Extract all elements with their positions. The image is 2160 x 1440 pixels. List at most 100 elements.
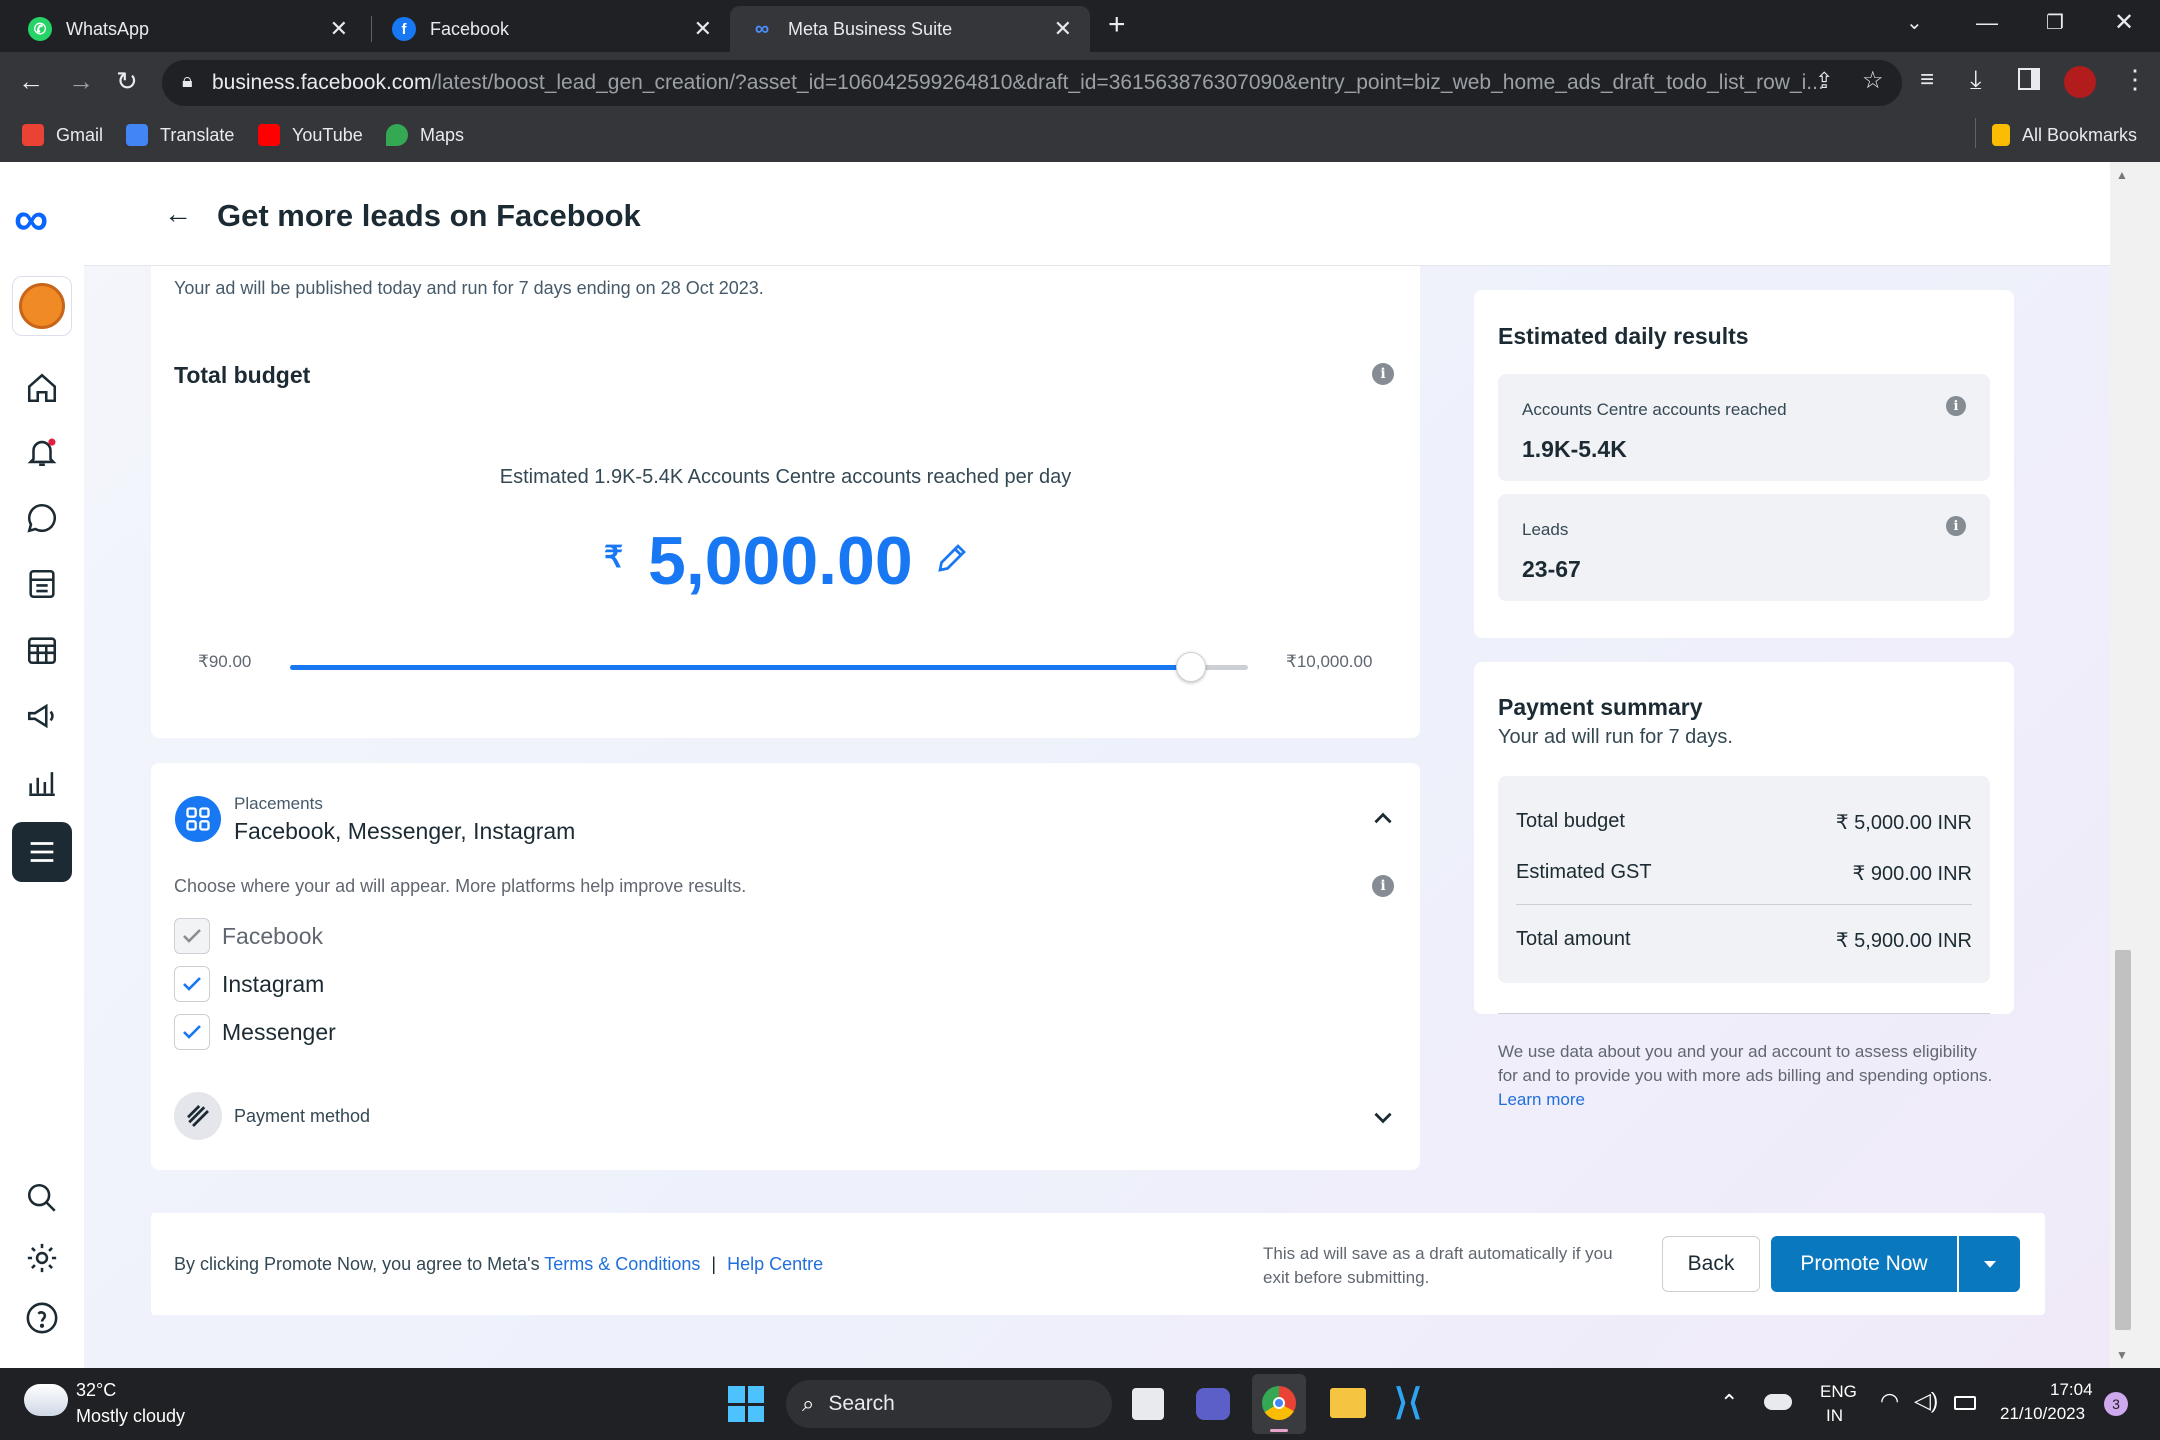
onedrive-cloud-icon[interactable] [1764,1394,1792,1410]
battery-icon[interactable] [1954,1396,1976,1410]
volume-icon[interactable]: ◁) [1914,1388,1938,1414]
whatsapp-icon: ✆ [28,17,52,41]
budget-slider[interactable] [290,652,1248,682]
chrome-taskbar-button[interactable] [1252,1374,1306,1434]
reading-list-icon[interactable]: ≡ [1920,66,1934,94]
share-icon[interactable]: ⇪ [1815,68,1833,94]
content-icon[interactable] [22,564,62,604]
chrome-icon-center [1273,1397,1285,1409]
close-tab-icon[interactable]: ✕ [330,16,348,42]
terms-link[interactable]: Terms & Conditions [544,1254,700,1274]
close-tab-icon[interactable]: ✕ [694,16,712,42]
tab-facebook[interactable]: f Facebook ✕ [372,6,730,52]
facebook-icon: f [392,17,416,41]
all-tools-menu-icon[interactable] [12,822,72,882]
reload-icon[interactable]: ↻ [116,66,138,97]
info-icon[interactable]: i [1946,396,1966,416]
settings-gear-icon[interactable] [22,1238,62,1278]
scrollbar-thumb[interactable] [2115,950,2131,1330]
close-tab-icon[interactable]: ✕ [1054,16,1072,42]
currency-symbol: ₹ [604,541,624,574]
vscode-icon[interactable]: ⟩⟨ [1394,1384,1422,1420]
bookmark-gmail[interactable]: Gmail [22,120,103,150]
info-icon[interactable]: i [1946,516,1966,536]
slider-fill [290,665,1191,670]
download-icon[interactable]: ⤓ [1970,64,1982,96]
messenger-checkbox[interactable] [174,1014,210,1050]
inbox-icon[interactable] [22,498,62,538]
tab-whatsapp[interactable]: ✆ WhatsApp ✕ [8,6,366,52]
terms-agreement: By clicking Promote Now, you agree to Me… [174,1254,823,1275]
reach-metric-value: 1.9K-5.4K [1522,436,1627,462]
url-path: /latest/boost_lead_gen_creation/?asset_i… [431,71,1824,94]
tab-meta-business-suite[interactable]: ∞ Meta Business Suite ✕ [730,6,1090,52]
insights-chart-icon[interactable] [22,762,62,802]
instagram-checkbox[interactable] [174,966,210,1002]
translate-icon [126,124,148,146]
back-arrow-icon[interactable]: ← [164,198,192,230]
menu-dots-icon[interactable]: ⋮ [2122,64,2148,95]
all-bookmarks[interactable]: All Bookmarks [1992,120,2137,150]
clock-time[interactable]: 17:04 [2050,1380,2093,1400]
notification-badge[interactable]: 3 [2104,1392,2128,1416]
restore-icon[interactable]: ❐ [2046,10,2064,35]
collapse-chevron-up-icon[interactable] [1370,806,1396,837]
promote-options-dropdown[interactable] [1959,1236,2020,1292]
windows-start-icon[interactable] [728,1386,764,1422]
clock-date[interactable]: 21/10/2023 [2000,1404,2085,1424]
planner-icon[interactable] [22,630,62,670]
wifi-icon[interactable]: ◠ [1880,1388,1899,1414]
facebook-checkbox[interactable] [174,918,210,954]
ads-megaphone-icon[interactable] [22,696,62,736]
bookmark-label: YouTube [292,124,363,145]
task-view-icon[interactable] [1132,1388,1164,1420]
bookmark-label: Maps [420,124,465,145]
back-button[interactable]: Back [1662,1236,1760,1292]
file-explorer-icon[interactable] [1330,1388,1366,1418]
search-icon[interactable] [22,1178,62,1218]
promote-now-button[interactable]: Promote Now [1771,1236,1957,1292]
info-icon[interactable]: i [1372,363,1394,385]
summary-bottom-divider [1498,1013,1990,1014]
star-icon[interactable]: ☆ [1862,66,1884,95]
bookmark-maps[interactable]: Maps [386,120,464,150]
notifications-icon[interactable] [22,432,62,472]
page-avatar[interactable] [12,276,72,336]
scroll-down-icon[interactable]: ▼ [2116,1348,2128,1362]
language-in[interactable]: IN [1826,1406,1843,1426]
info-icon[interactable]: i [1372,875,1394,897]
bookmark-label: Translate [160,124,235,145]
show-hidden-icons-icon[interactable]: ⌃ [1720,1390,1738,1416]
taskbar-search[interactable]: ⌕ Search [786,1380,1112,1428]
slider-handle[interactable] [1175,652,1206,682]
help-centre-link[interactable]: Help Centre [727,1254,823,1274]
maps-icon [386,124,408,146]
teams-icon[interactable] [1196,1388,1230,1420]
minimize-icon[interactable]: — [1976,10,1998,36]
back-nav-icon[interactable]: ← [18,66,44,97]
learn-more-link[interactable]: Learn more [1498,1090,1585,1109]
meta-logo-icon[interactable]: ∞ [14,196,48,244]
help-icon[interactable] [22,1298,62,1338]
bookmark-translate[interactable]: Translate [126,120,234,150]
page-title: Get more leads on Facebook [217,198,641,233]
tab-search-icon[interactable]: ⌄ [1906,10,1923,35]
profile-avatar[interactable] [2064,66,2096,98]
side-panel-icon[interactable] [2018,68,2040,90]
close-window-icon[interactable]: ✕ [2114,8,2134,37]
new-tab-icon[interactable]: + [1108,8,1126,42]
edit-pencil-icon[interactable] [934,540,970,581]
bookmark-youtube[interactable]: YouTube [258,120,363,150]
page-avatar-image [19,283,65,329]
leads-metric-label: Leads [1522,520,1569,539]
summary-row-value: ₹ 900.00 INR [1852,863,1972,885]
home-icon[interactable] [22,368,62,408]
messenger-option-label: Messenger [222,1019,336,1045]
scroll-up-icon[interactable]: ▲ [2116,168,2128,182]
address-bar[interactable]: 🔒︎ business.facebook.com/latest/boost_le… [162,60,1902,106]
expand-chevron-down-icon[interactable] [1370,1104,1396,1135]
payment-method-icon [174,1092,222,1140]
language-eng[interactable]: ENG [1820,1382,1857,1402]
weather-condition[interactable]: Mostly cloudy [76,1406,185,1427]
forward-nav-icon[interactable]: → [68,66,94,97]
